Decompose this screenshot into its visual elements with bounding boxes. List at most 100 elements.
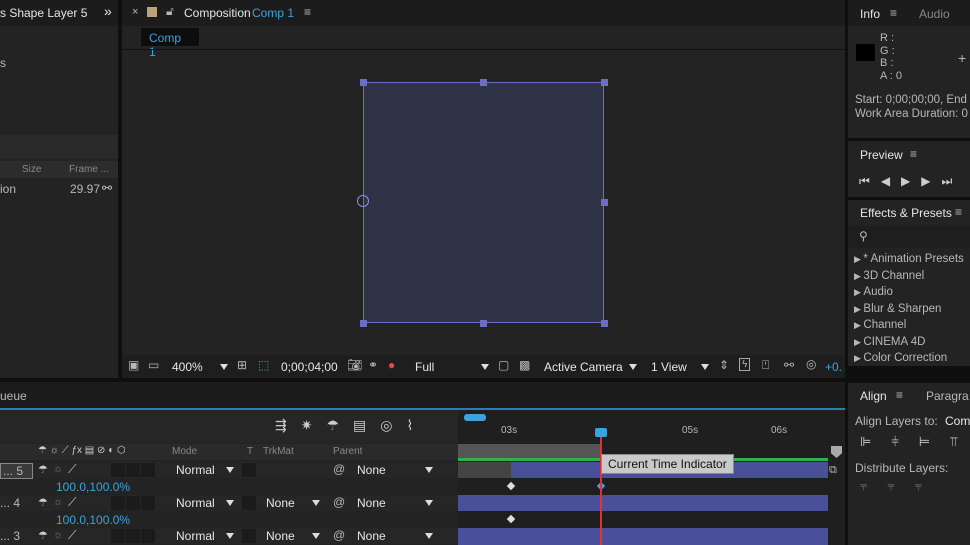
effects-category[interactable]: ▶ 3D Channel — [854, 268, 964, 285]
lock-icon[interactable]: 🔓︎ — [166, 4, 174, 19]
pick-whip-icon[interactable]: @ — [333, 528, 345, 542]
layer-row[interactable]: ... 3 ☂ ☼ ⟋ Normal None @ None — [0, 528, 458, 544]
disclosure-triangle-icon[interactable]: ▶ — [854, 304, 863, 314]
effects-category[interactable]: ▶ Color Correction — [854, 350, 964, 366]
chevron-down-icon[interactable] — [226, 500, 234, 506]
current-timecode[interactable]: 0;00;04;00 — [281, 360, 338, 374]
last-frame-icon[interactable]: ⏭︎ — [942, 174, 953, 189]
mode-select[interactable]: Normal — [176, 529, 215, 543]
composition-canvas[interactable] — [363, 82, 604, 323]
column-size[interactable]: Size — [22, 164, 41, 175]
mode-select[interactable]: Normal — [176, 463, 215, 477]
pick-whip-icon[interactable]: @ — [333, 462, 345, 476]
pick-whip-icon[interactable]: @ — [333, 495, 345, 509]
effects-category[interactable]: ▶ Blur & Sharpen — [854, 301, 964, 318]
disclosure-triangle-icon[interactable]: ▶ — [854, 271, 863, 281]
disclosure-triangle-icon[interactable]: ▶ — [854, 337, 863, 347]
chevron-down-icon[interactable] — [425, 500, 433, 506]
effects-search-input[interactable]: ⚲ — [848, 226, 970, 248]
roi-icon[interactable]: ▢ — [498, 358, 509, 372]
motion-blur-icon[interactable]: ◎ — [380, 417, 392, 434]
align-right-icon[interactable]: ⊨ — [919, 434, 930, 450]
camera-select[interactable]: Active Camera — [544, 360, 623, 374]
distribute-top-icon[interactable]: ⫧ — [860, 478, 867, 494]
monitor-icon[interactable]: ▭ — [148, 358, 159, 372]
effects-category[interactable]: ▶ Channel — [854, 317, 964, 334]
effects-category[interactable]: ▶ * Animation Presets — [854, 251, 964, 268]
fast-preview-icon[interactable]: ϟ — [739, 358, 751, 371]
align-top-icon[interactable]: ⫪ — [950, 434, 957, 450]
tab-comp-1[interactable]: Comp 1 — [141, 28, 199, 59]
column-frame-rate[interactable]: Frame ... — [69, 164, 109, 175]
flowchart-icon[interactable]: ⚯ — [784, 358, 794, 372]
tab-align[interactable]: Align — [860, 389, 887, 403]
disclosure-triangle-icon[interactable]: ▶ — [854, 320, 863, 330]
region-icon[interactable]: ⊞ — [237, 358, 247, 372]
chevron-down-icon[interactable] — [226, 467, 234, 473]
disclosure-triangle-icon[interactable]: ▶ — [854, 353, 863, 363]
chevron-down-icon[interactable] — [425, 533, 433, 539]
snapshot-icon[interactable]: ▣ — [128, 358, 139, 372]
exposure-icon[interactable]: ◎ — [806, 357, 816, 371]
shy-icon[interactable]: ☂ — [38, 463, 48, 476]
trkmat-select[interactable]: None — [266, 529, 295, 543]
distribute-bottom-icon[interactable]: ⫧ — [915, 478, 922, 494]
pixel-aspect-icon[interactable]: ⇕ — [719, 358, 729, 372]
timeline-icon[interactable]: ⍞ — [762, 358, 769, 373]
disclosure-triangle-icon[interactable]: ▶ — [854, 287, 863, 297]
chevron-down-icon[interactable] — [629, 364, 637, 370]
panel-menu-icon[interactable]: ≡ — [304, 5, 311, 19]
color-channels-icon[interactable]: ● — [388, 358, 395, 372]
disclosure-triangle-icon[interactable]: ▶ — [854, 254, 863, 264]
quality-icon[interactable]: ⟋ — [68, 462, 76, 477]
distribute-vcenter-icon[interactable]: ⫧ — [887, 478, 894, 494]
flowchart-icon[interactable]: ⚯ — [102, 181, 112, 195]
mask-path-icon[interactable]: ⬚ — [258, 358, 269, 372]
current-time-indicator[interactable] — [600, 434, 602, 545]
shy-icon[interactable]: ☂ — [38, 529, 48, 542]
align-left-icon[interactable]: ⊫ — [860, 434, 871, 450]
panel-menu-icon[interactable]: ≡ — [955, 205, 962, 219]
layer-row[interactable]: ... 5 ☂ ☼ ⟋ Normal @ None — [0, 462, 458, 479]
align-hcenter-icon[interactable]: ⫩ — [891, 434, 898, 450]
effects-category[interactable]: ▶ Audio — [854, 284, 964, 301]
layer-bar[interactable] — [458, 528, 828, 545]
chevron-down-icon[interactable] — [312, 533, 320, 539]
align-to-select[interactable]: Com — [945, 414, 970, 428]
parent-select[interactable]: None — [357, 529, 386, 543]
panel-overflow-button[interactable]: » — [104, 3, 112, 19]
views-select[interactable]: 1 View — [651, 360, 687, 374]
comp-button-icon[interactable]: ⧉ — [829, 464, 837, 477]
frame-blending-icon[interactable]: ▤ — [353, 417, 366, 434]
next-frame-icon[interactable]: ▶︎ — [921, 174, 930, 189]
parent-select[interactable]: None — [357, 496, 386, 510]
transparency-grid-icon[interactable]: ▩ — [519, 358, 530, 372]
play-icon[interactable]: ▶︎ — [901, 174, 910, 189]
panel-menu-icon[interactable]: ≡ — [896, 388, 903, 402]
tab-info[interactable]: Info — [860, 7, 880, 21]
camera-icon[interactable]: 📷︎ — [347, 358, 362, 372]
parent-select[interactable]: None — [357, 463, 386, 477]
shy-layers-icon[interactable]: ☂ — [326, 417, 339, 434]
chevron-down-icon[interactable] — [425, 467, 433, 473]
resolution-select[interactable]: Full — [415, 360, 434, 374]
tab-paragraph[interactable]: Paragra — [926, 389, 969, 403]
compositional-flowchart-icon[interactable]: ⇶ — [275, 417, 287, 434]
shy-icon[interactable]: ☂ — [38, 496, 48, 509]
collapse-icon[interactable]: ☼ — [53, 529, 63, 541]
tab-audio[interactable]: Audio — [919, 7, 950, 21]
project-panel-title[interactable]: s Shape Layer 5 — [0, 6, 87, 20]
quality-icon[interactable]: ⟋ — [68, 528, 76, 543]
zoom-select[interactable]: 400% — [172, 360, 203, 374]
mode-select[interactable]: Normal — [176, 496, 215, 510]
chevron-down-icon[interactable] — [220, 364, 228, 370]
cti-handle[interactable] — [595, 428, 607, 437]
close-icon[interactable]: × — [132, 6, 138, 18]
project-row[interactable]: ion 29.97 ⚯ — [0, 181, 118, 197]
scale-value[interactable]: 100.0,100.0% — [56, 480, 130, 494]
work-area-handle[interactable] — [464, 414, 486, 421]
collapse-icon[interactable]: ☼ — [53, 463, 63, 475]
collapse-icon[interactable]: ☼ — [53, 496, 63, 508]
panel-menu-icon[interactable]: ≡ — [890, 6, 897, 20]
chevron-down-icon[interactable] — [481, 364, 489, 370]
